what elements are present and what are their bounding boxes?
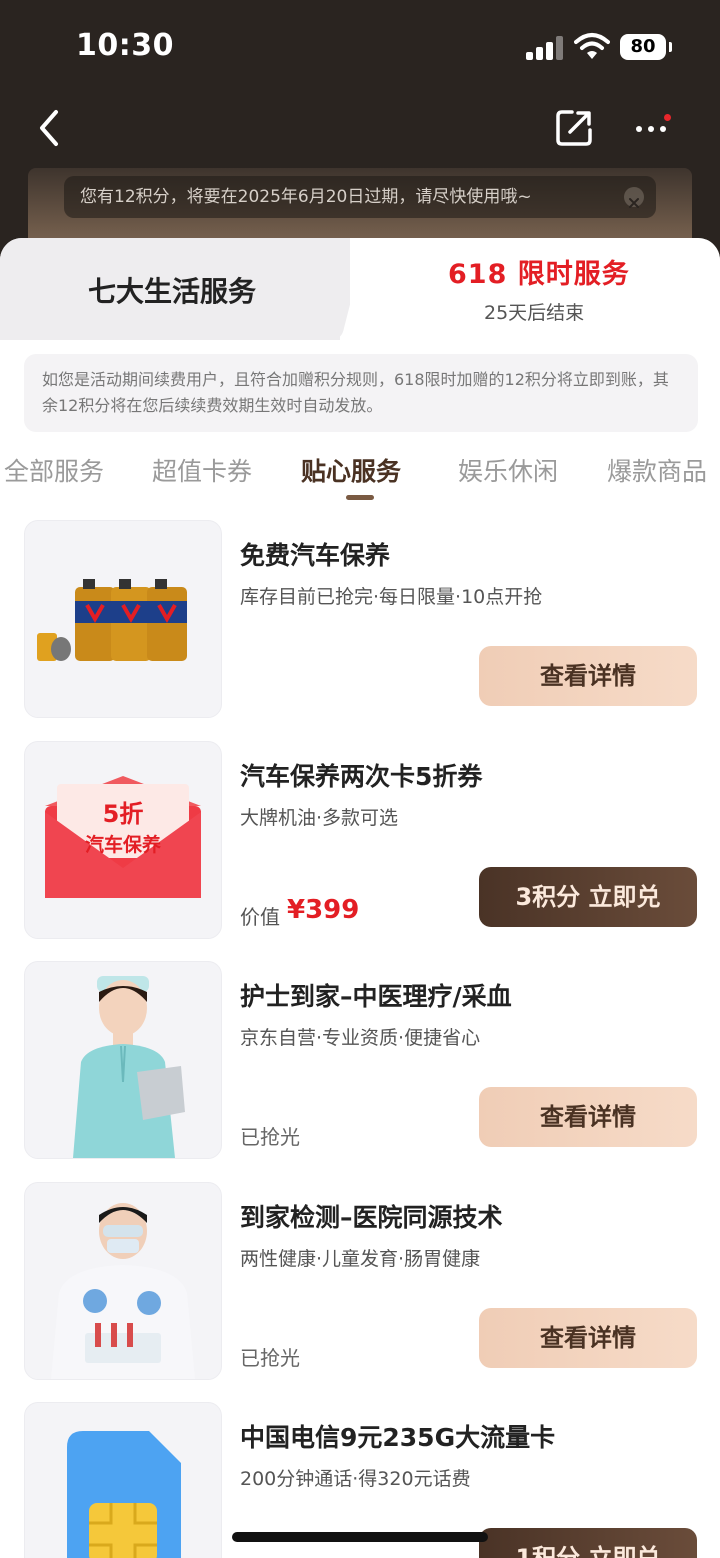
close-icon[interactable] (624, 187, 644, 208)
coupon-envelope-image: 5折 汽车保养 (24, 741, 222, 939)
item-subtitle: 200分钟通话·得320元话费 (240, 1468, 471, 1490)
category-tab-entertainment[interactable]: 娱乐休闲 (458, 452, 558, 488)
tab-life-services-label: 七大生活服务 (88, 275, 257, 308)
signal-icon (526, 36, 564, 60)
view-details-button[interactable]: 查看详情 (479, 1308, 697, 1368)
services-panel: 七大生活服务 618 限时服务 25天后结束 如您是活动期间续费用户，且符合加赠… (0, 238, 720, 1558)
coupon-label-text: 汽车保养 (84, 834, 161, 856)
price-value: ¥399 (287, 895, 360, 925)
more-icon[interactable] (630, 114, 676, 144)
nurse-image (24, 961, 222, 1159)
status-bar: 10:30 80 (0, 0, 720, 96)
share-icon[interactable] (552, 106, 596, 150)
category-tabs: 全部服务 超值卡券 贴心服务 娱乐休闲 爆款商品 (0, 446, 720, 500)
status-time: 10:30 (76, 28, 174, 63)
category-tab-coupons[interactable]: 超值卡券 (152, 452, 252, 488)
redeem-button[interactable]: 3积分 立即兑 (479, 867, 697, 927)
redeem-button[interactable]: 1积分 立即兑 (479, 1528, 697, 1558)
home-indicator (232, 1532, 488, 1542)
chevron-left-icon[interactable] (30, 106, 70, 150)
header-background: 10:30 80 您有12积分，将要在2025年6月20日过期，请尽快使用哦~ (0, 0, 720, 278)
view-details-button[interactable]: 查看详情 (479, 646, 697, 706)
motor-oil-image (24, 520, 222, 718)
category-tab-care[interactable]: 贴心服务 (301, 452, 401, 488)
list-item[interactable]: 免费汽车保养 库存目前已抢完·每日限量·10点开抢 查看详情 (0, 520, 720, 720)
sold-out-text: 已抢光 (240, 1125, 300, 1149)
category-tab-all[interactable]: 全部服务 (4, 452, 104, 488)
sold-out-text: 已抢光 (240, 1346, 300, 1370)
tab-618-limited-label: 618 限时服务 (448, 259, 630, 290)
sim-card-image (24, 1402, 222, 1558)
countdown-text: 25天后结束 (484, 302, 585, 324)
category-active-indicator (346, 495, 374, 500)
bonus-rule-note: 如您是活动期间续费用户，且符合加赠积分规则，618限时加赠的12积分将立即到账，… (24, 354, 698, 432)
coupon-discount-text: 5折 (102, 800, 144, 828)
points-expiry-notice: 您有12积分，将要在2025年6月20日过期，请尽快使用哦~ (64, 176, 656, 218)
price-label: 价值 (240, 905, 280, 929)
notice-text: 您有12积分，将要在2025年6月20日过期，请尽快使用哦~ (80, 187, 532, 207)
wifi-icon (574, 33, 610, 59)
view-details-button[interactable]: 查看详情 (479, 1087, 697, 1147)
list-item[interactable]: 到家检测–医院同源技术 两性健康·儿童发育·肠胃健康 已抢光 查看详情 (0, 1182, 720, 1382)
item-title: 到家检测–医院同源技术 (240, 1203, 503, 1232)
item-subtitle: 库存目前已抢完·每日限量·10点开抢 (240, 586, 543, 608)
item-subtitle: 两性健康·儿童发育·肠胃健康 (240, 1248, 481, 1270)
battery-indicator: 80 (620, 34, 672, 60)
navigation-bar (0, 96, 720, 168)
tab-618-limited[interactable]: 618 限时服务 25天后结束 (350, 238, 720, 340)
item-subtitle: 京东自营·专业资质·便捷省心 (240, 1027, 481, 1049)
list-item[interactable]: 护士到家–中医理疗/采血 京东自营·专业资质·便捷省心 已抢光 查看详情 (0, 961, 720, 1161)
item-title: 中国电信9元235G大流量卡 (240, 1423, 556, 1452)
item-title: 免费汽车保养 (240, 541, 391, 570)
item-title: 汽车保养两次卡5折券 (240, 762, 483, 791)
notification-dot (664, 114, 671, 121)
list-item[interactable]: 5折 汽车保养 汽车保养两次卡5折券 大牌机油·多款可选 价值 ¥399 3积分… (0, 741, 720, 941)
item-subtitle: 大牌机油·多款可选 (240, 807, 399, 829)
category-tab-hot[interactable]: 爆款商品 (607, 452, 707, 488)
lab-technician-image (24, 1182, 222, 1380)
item-title: 护士到家–中医理疗/采血 (240, 982, 512, 1011)
